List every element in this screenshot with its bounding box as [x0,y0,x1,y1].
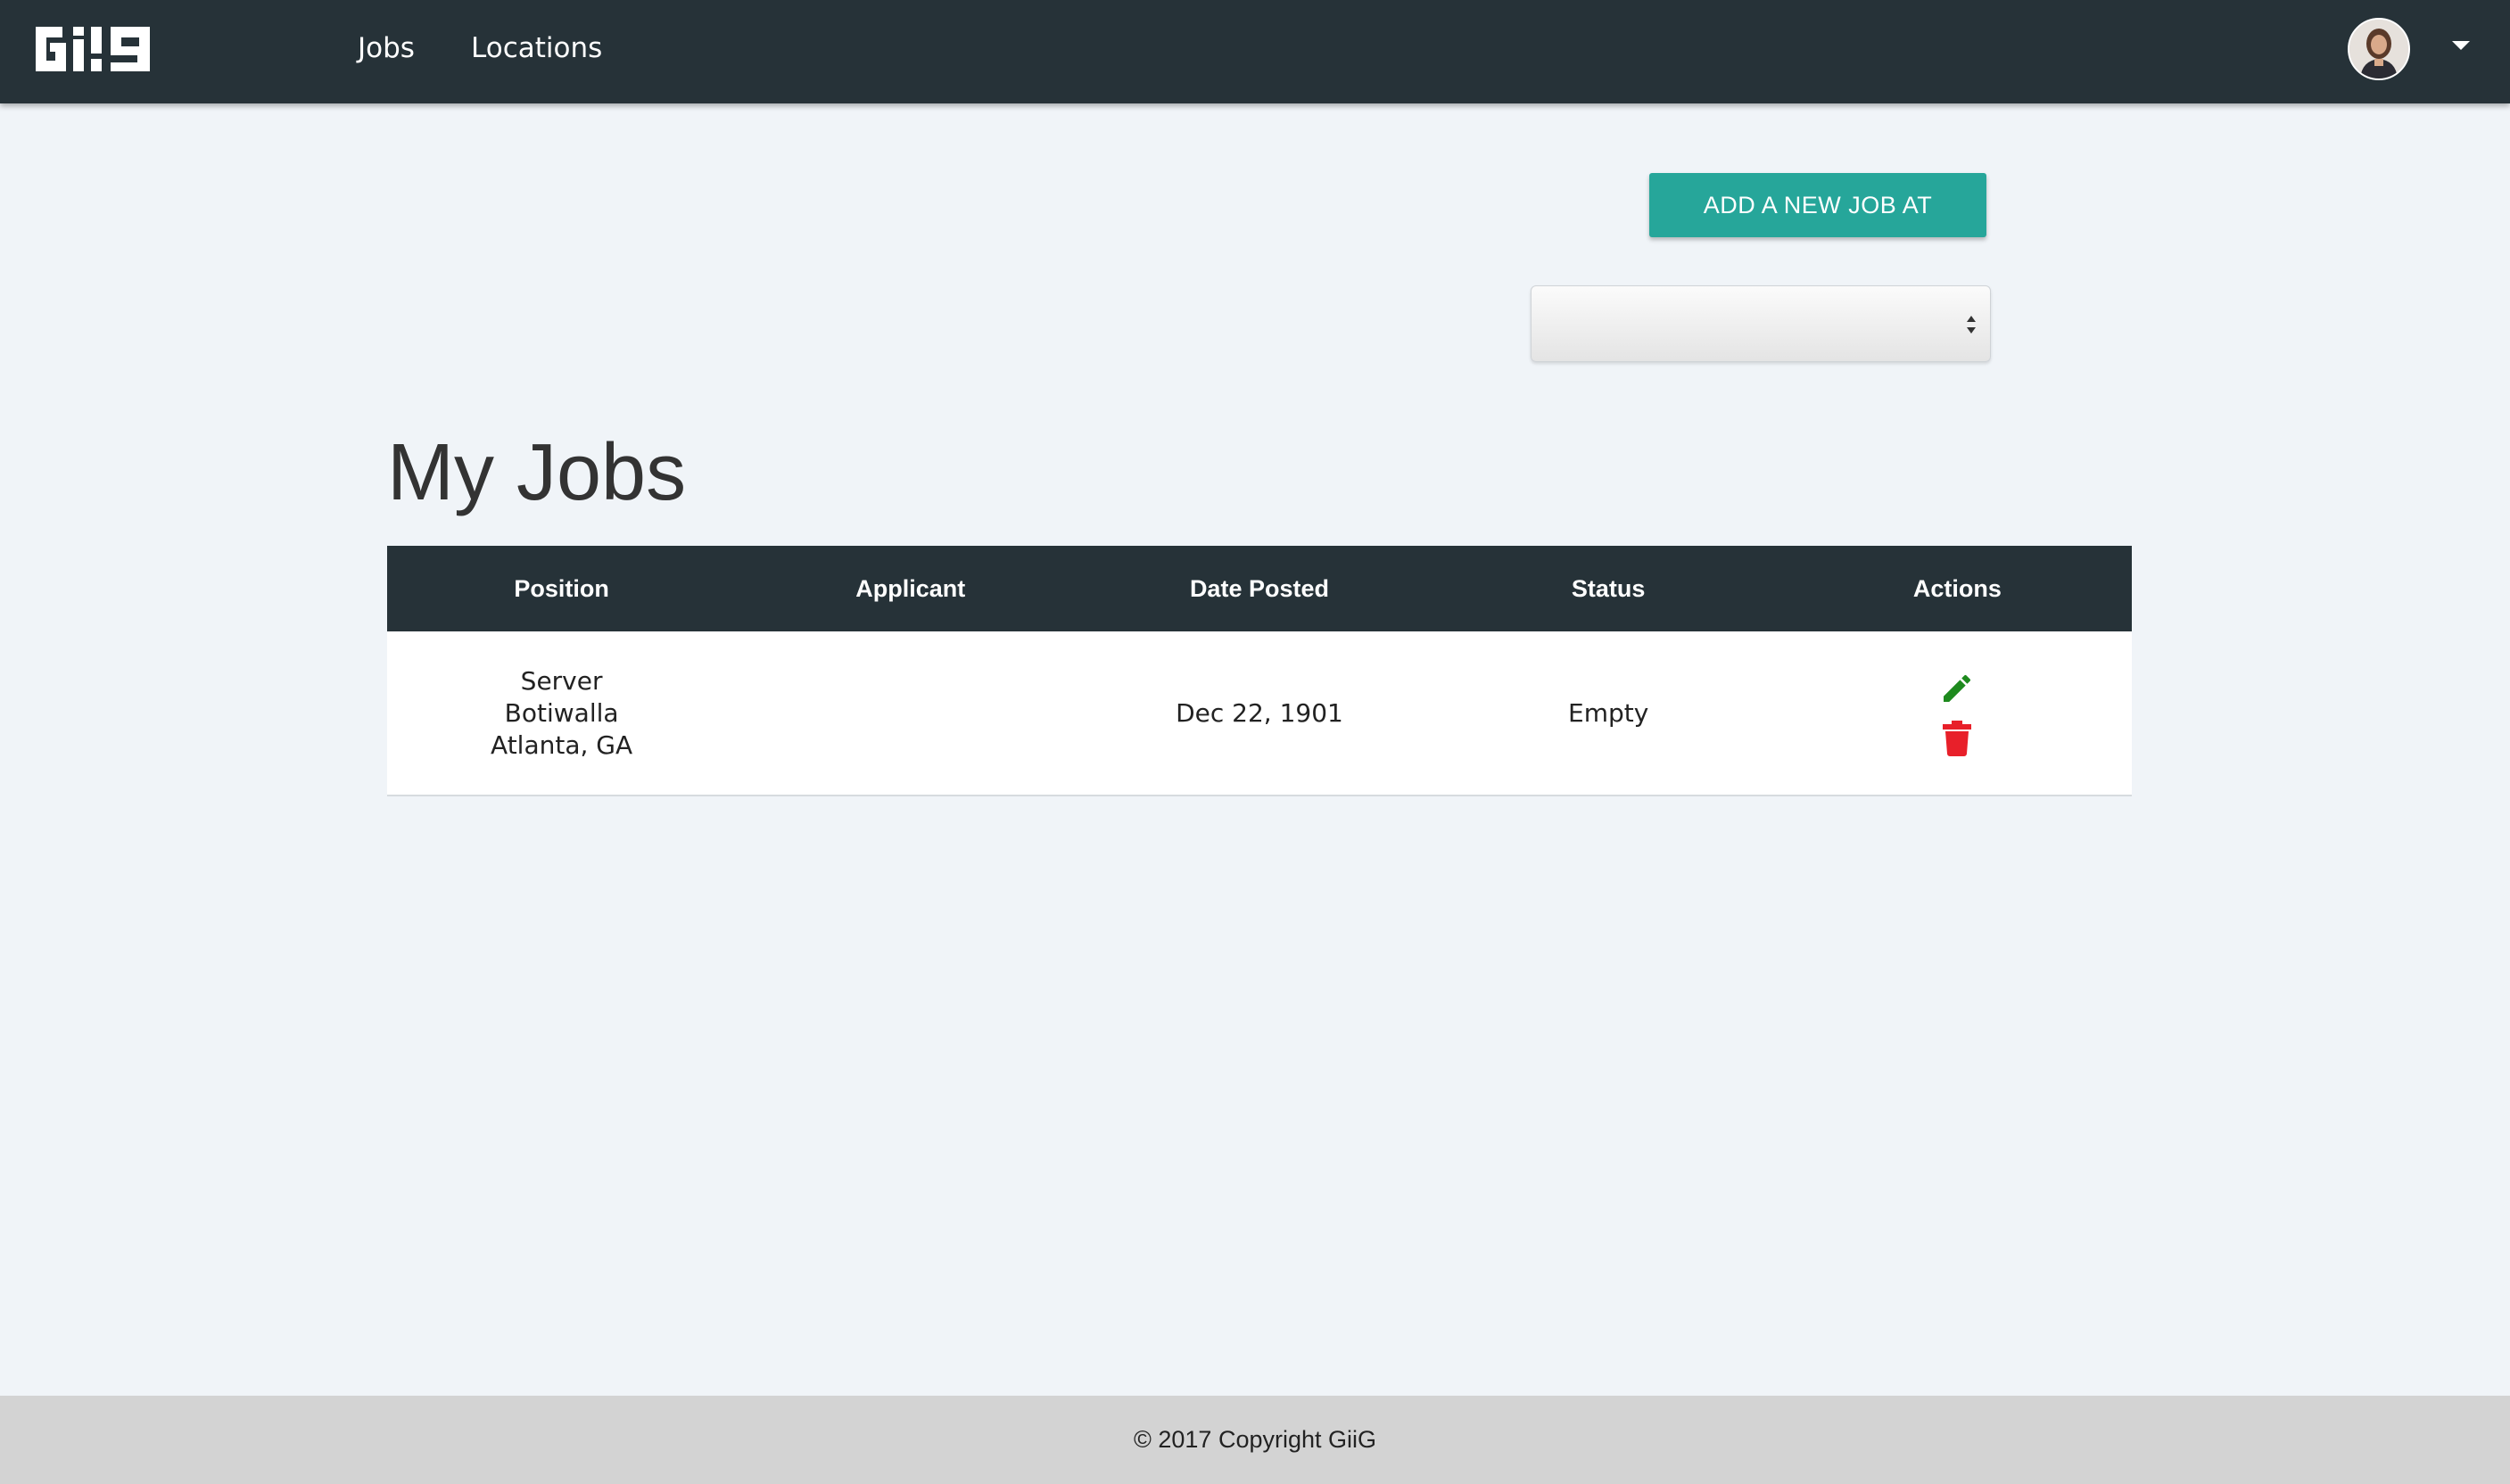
position-title: Server [520,665,603,696]
nav-link-jobs[interactable]: Jobs [358,30,415,66]
table-row[interactable]: Server Botiwalla Atlanta, GA Dec 22, 190… [387,631,2132,796]
position-company: Botiwalla [504,697,619,728]
nav-link-locations[interactable]: Locations [471,30,602,66]
position-location: Atlanta, GA [491,730,633,760]
column-header-status[interactable]: Status [1434,546,1783,631]
chevron-down-icon[interactable] [2451,39,2471,52]
giig-logo[interactable] [32,21,153,77]
select-arrows-icon [1967,316,1976,334]
page-title: My Jobs [387,428,687,517]
avatar-image [2349,20,2408,78]
trash-icon[interactable] [1943,720,1972,756]
copyright-text: © 2017 Copyright GiiG [1133,1426,1377,1453]
column-header-applicant[interactable]: Applicant [736,546,1085,631]
position-cell: Server Botiwalla Atlanta, GA [387,631,736,796]
status-cell: Empty [1568,697,1649,728]
page-footer: © 2017 Copyright GiiG [0,1396,2510,1484]
jobs-table: Position Applicant Date Posted Status Ac… [387,546,2132,796]
column-header-position[interactable]: Position [387,546,736,631]
actions-cell [1783,631,2132,796]
location-select[interactable] [1531,285,1991,362]
add-new-job-button[interactable]: ADD A NEW JOB AT [1649,173,1986,237]
user-avatar[interactable] [2348,18,2410,80]
column-header-actions: Actions [1912,574,2002,602]
table-header-row: Position Applicant Date Posted Status Ac… [387,546,2132,631]
date-posted-cell: Dec 22, 1901 [1176,697,1343,728]
top-navbar: Jobs Locations [0,0,2510,103]
column-header-date-posted[interactable]: Date Posted [1085,546,1433,631]
applicant-cell [736,631,1085,796]
pencil-icon[interactable] [1939,671,1975,706]
